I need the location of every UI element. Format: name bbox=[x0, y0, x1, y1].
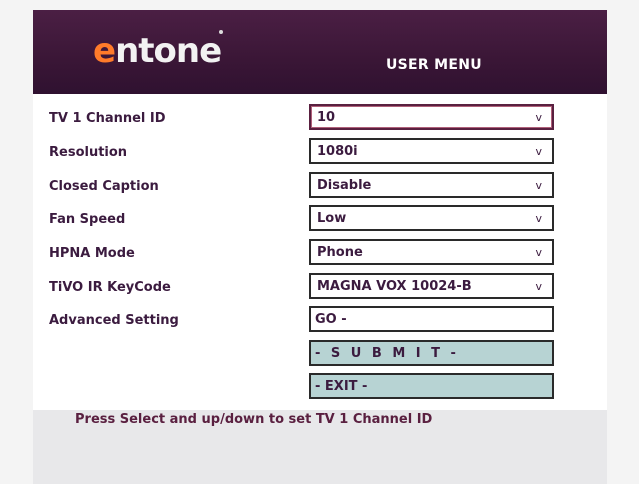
setting-row-tv1-channel-id: TV 1 Channel ID 10 v bbox=[33, 104, 607, 132]
tv1-channel-id-select[interactable]: 10 v bbox=[309, 104, 554, 130]
advanced-go-button[interactable]: GO - bbox=[309, 306, 554, 332]
help-footer: Press Select and up/down to set TV 1 Cha… bbox=[33, 410, 607, 484]
button-label: GO - bbox=[315, 312, 347, 327]
button-label: - EXIT - bbox=[315, 379, 368, 394]
setting-row-fan-speed: Fan Speed Low v bbox=[33, 205, 607, 233]
setting-label: HPNA Mode bbox=[49, 246, 135, 261]
setting-row-resolution: Resolution 1080i v bbox=[33, 138, 607, 166]
setting-label: Fan Speed bbox=[49, 212, 126, 227]
setting-row-advanced: Advanced Setting GO - bbox=[33, 306, 607, 334]
select-value: Low bbox=[317, 211, 347, 226]
closed-caption-select[interactable]: Disable v bbox=[309, 172, 554, 198]
resolution-select[interactable]: 1080i v bbox=[309, 138, 554, 164]
chevron-down-icon: v bbox=[535, 145, 542, 158]
setting-row-closed-caption: Closed Caption Disable v bbox=[33, 172, 607, 200]
setting-label: Advanced Setting bbox=[49, 313, 179, 328]
help-hint-text: Press Select and up/down to set TV 1 Cha… bbox=[75, 412, 433, 427]
logo-dot-icon bbox=[219, 30, 223, 34]
select-value: MAGNA VOX 10024-B bbox=[317, 279, 472, 294]
tv-screen: entone USER MENU TV 1 Channel ID 10 v Re… bbox=[0, 0, 639, 484]
setting-row-hpna-mode: HPNA Mode Phone v bbox=[33, 239, 607, 267]
menu-header: entone USER MENU bbox=[33, 10, 607, 94]
submit-button[interactable]: - S U B M I T - bbox=[309, 340, 554, 366]
chevron-down-icon: v bbox=[535, 246, 542, 259]
select-value: 10 bbox=[317, 110, 336, 125]
chevron-down-icon: v bbox=[535, 280, 542, 293]
exit-button[interactable]: - EXIT - bbox=[309, 373, 554, 399]
setting-label: Resolution bbox=[49, 145, 128, 160]
settings-panel: TV 1 Channel ID 10 v Resolution 1080i v … bbox=[33, 94, 607, 410]
fan-speed-select[interactable]: Low v bbox=[309, 205, 554, 231]
button-label: - S U B M I T - bbox=[315, 346, 459, 361]
setting-label: TV 1 Channel ID bbox=[49, 111, 166, 126]
chevron-down-icon: v bbox=[535, 179, 542, 192]
entone-logo: entone bbox=[93, 31, 222, 71]
chevron-down-icon: v bbox=[535, 212, 542, 225]
menu-title: USER MENU bbox=[386, 57, 482, 73]
logo-letter-e: e bbox=[93, 31, 116, 71]
select-value: 1080i bbox=[317, 144, 358, 159]
select-value: Phone bbox=[317, 245, 363, 260]
setting-label: Closed Caption bbox=[49, 179, 159, 194]
setting-row-tivo-ir-keycode: TiVO IR KeyCode MAGNA VOX 10024-B v bbox=[33, 273, 607, 301]
logo-text: ntone bbox=[115, 31, 222, 71]
chevron-down-icon: v bbox=[535, 111, 542, 124]
setting-label: TiVO IR KeyCode bbox=[49, 280, 171, 295]
select-value: Disable bbox=[317, 178, 372, 193]
hpna-mode-select[interactable]: Phone v bbox=[309, 239, 554, 265]
tivo-ir-keycode-select[interactable]: MAGNA VOX 10024-B v bbox=[309, 273, 554, 299]
